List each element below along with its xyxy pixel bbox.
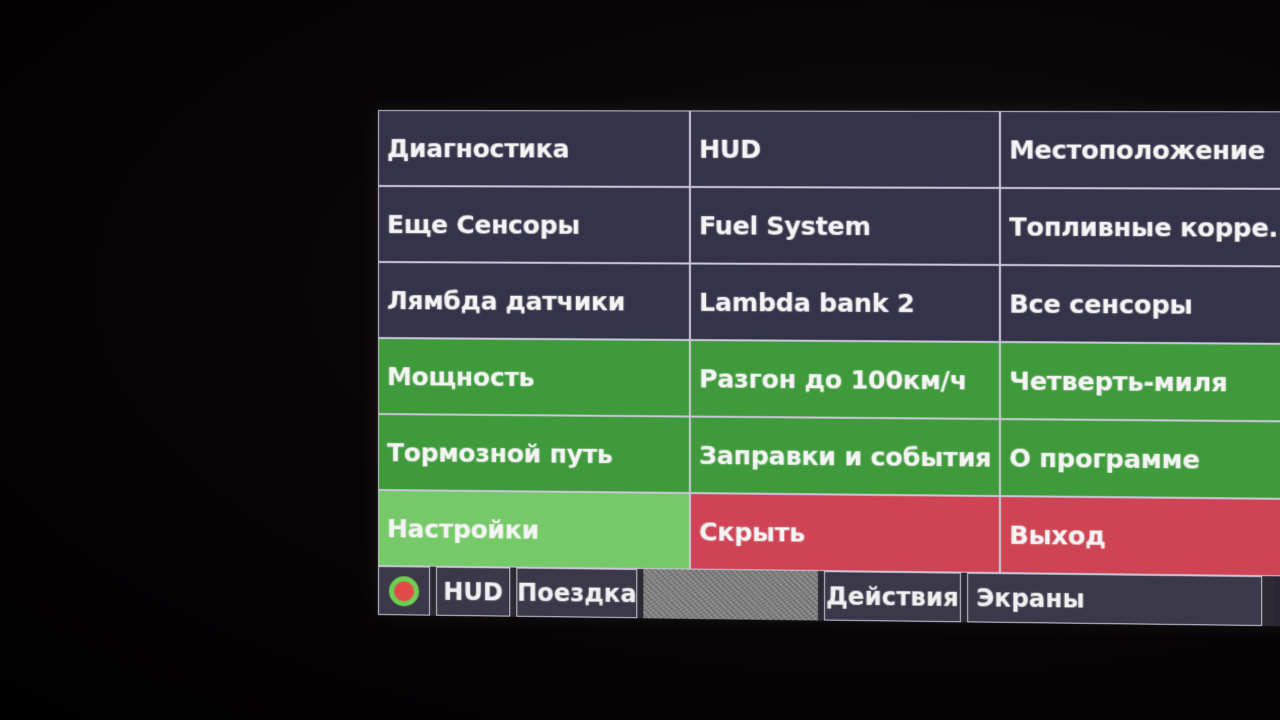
status-dot-icon bbox=[393, 580, 415, 601]
menu-tile-lambda-sensors[interactable]: Лямбда датчики bbox=[378, 262, 690, 341]
menu-tile-refuels-events[interactable]: Заправки и события bbox=[689, 416, 1000, 497]
menu-tile-hud[interactable]: HUD bbox=[689, 110, 1000, 188]
menu-tile-quarter-mile[interactable]: Четверть-миля bbox=[999, 342, 1280, 422]
menu-tile-all-sensors[interactable]: Все сенсоры bbox=[999, 264, 1280, 344]
menu-tile-more-sensors[interactable]: Еще Сенсоры bbox=[378, 186, 690, 264]
toolbar-screens-button[interactable]: Экраны bbox=[967, 572, 1263, 627]
toolbar-blank-area bbox=[643, 569, 818, 621]
main-menu-grid: Диагностика HUD Местоположение Еще Сенсо… bbox=[378, 110, 1280, 577]
status-button[interactable] bbox=[378, 566, 431, 616]
bottom-toolbar: HUD Поездка Действия Экраны bbox=[378, 566, 1275, 627]
menu-tile-settings[interactable]: Настройки bbox=[378, 490, 690, 570]
menu-tile-lambda-bank-2[interactable]: Lambda bank 2 bbox=[689, 263, 1000, 343]
toolbar-actions-button[interactable]: Действия bbox=[824, 571, 961, 623]
photo-background: Диагностика HUD Местоположение Еще Сенсо… bbox=[0, 0, 1280, 720]
toolbar-hud-button[interactable]: HUD bbox=[436, 566, 511, 617]
menu-tile-fuel-trims[interactable]: Топливные корре.. bbox=[999, 187, 1280, 267]
toolbar-trip-button[interactable]: Поездка bbox=[516, 567, 638, 619]
menu-tile-exit[interactable]: Выход bbox=[999, 496, 1280, 577]
menu-tile-location[interactable]: Местоположение bbox=[999, 110, 1280, 189]
menu-tile-braking-distance[interactable]: Тормозной путь bbox=[378, 414, 690, 494]
menu-tile-power[interactable]: Мощность bbox=[378, 338, 690, 417]
menu-tile-about[interactable]: О программе bbox=[999, 419, 1280, 499]
device-screen: Диагностика HUD Местоположение Еще Сенсо… bbox=[378, 110, 1280, 627]
menu-tile-acceleration[interactable]: Разгон до 100км/ч bbox=[689, 340, 1000, 420]
menu-tile-diagnostics[interactable]: Диагностика bbox=[378, 110, 690, 187]
menu-tile-hide[interactable]: Скрыть bbox=[689, 493, 1000, 574]
menu-tile-fuel-system[interactable]: Fuel System bbox=[689, 186, 1000, 265]
